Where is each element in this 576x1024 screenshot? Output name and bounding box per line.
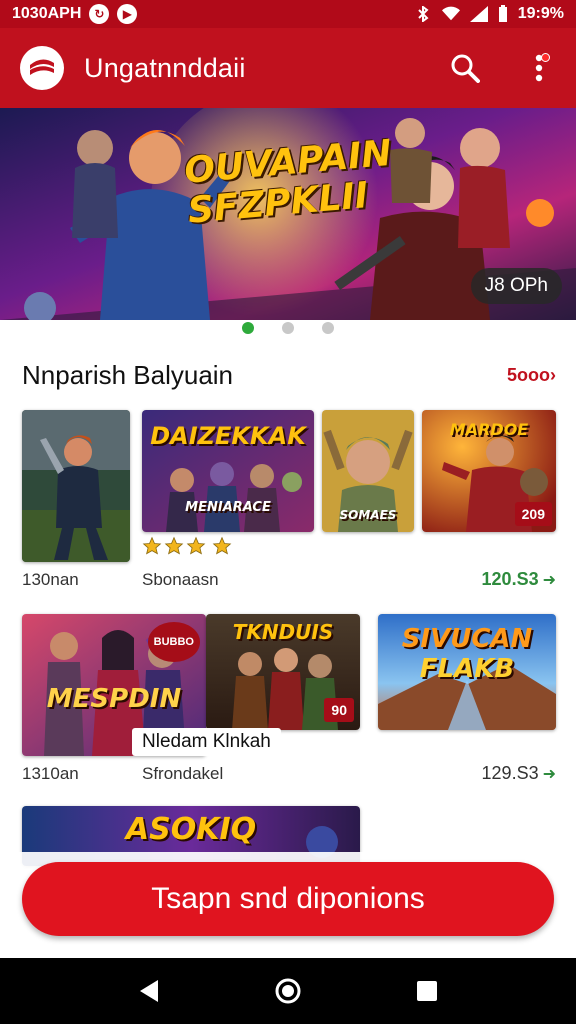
game-card-2[interactable]: DAIZEKKAK MENIARACE (142, 410, 314, 532)
star-icon (212, 536, 232, 555)
see-more-link[interactable]: 5ooo› (507, 365, 556, 386)
card-4-title: MARDOE (449, 420, 529, 439)
star-icon (164, 536, 184, 555)
system-nav-bar (0, 958, 576, 1024)
card-7-title: SIVUCAN FLAKB (378, 624, 556, 684)
card-5-title: MESPDIN (46, 684, 182, 714)
row1-price-value: 120.S3 (481, 569, 539, 589)
primary-cta-button[interactable]: Tsapn snd diponions (22, 862, 554, 936)
search-icon[interactable] (448, 51, 482, 85)
card-3-subtitle: SOMAES (339, 508, 397, 522)
game-card-7[interactable]: SIVUCAN FLAKB (378, 614, 556, 730)
back-triangle-icon[interactable] (129, 971, 169, 1011)
star-icon (186, 536, 206, 555)
recents-square-icon[interactable] (407, 971, 447, 1011)
app-title: Ungatnnddaii (84, 52, 246, 83)
row1-meta-left: 130nan (22, 570, 79, 589)
game-card-3[interactable]: SOMAES (322, 410, 414, 532)
arrow-right-icon: ➜ (542, 765, 556, 783)
card-5-badge: BUBBO (147, 622, 200, 662)
signal-icon (469, 6, 488, 22)
row1-price[interactable]: 120.S3 ➜ (482, 569, 556, 590)
more-vert-icon[interactable] (522, 51, 556, 85)
card-2-subtitle: MENIARACE (185, 500, 271, 515)
card-2-title: DAIZEKKAK (150, 422, 306, 450)
brand-logo-icon[interactable] (20, 46, 64, 90)
card-8-title: ASOKIQ (125, 812, 257, 847)
section-title: Nnparish Balyuain (22, 360, 234, 390)
card-7-title-line1: SIVUCAN (401, 624, 533, 654)
refresh-icon: ↻ (89, 4, 110, 24)
hero-title: OUVAPAIN SFZPKLII (183, 133, 393, 232)
row2-label: Nledam Klnkah (132, 728, 281, 756)
carousel-dot-1[interactable] (242, 322, 254, 334)
carousel-indicator (0, 321, 576, 335)
play-icon: ▶ (117, 4, 138, 24)
bluetooth-icon (418, 6, 429, 22)
game-card-4[interactable]: MARDOE 209 (422, 410, 556, 532)
star-icon (142, 536, 162, 555)
row2-price-value: 129.S3 (481, 763, 539, 783)
row2-meta-left: 1310an (22, 764, 79, 783)
rating-stars (142, 536, 232, 556)
game-card-1[interactable] (22, 410, 130, 562)
home-circle-icon[interactable] (268, 971, 308, 1011)
row2-price[interactable]: 129.S3 ➜ (482, 763, 556, 784)
battery-icon (498, 5, 507, 22)
notification-dot (541, 53, 550, 62)
card-7-title-line2: FLAKB (419, 654, 515, 684)
card-6-title: TKNDUIS (232, 620, 334, 644)
carousel-dot-2[interactable] (282, 322, 294, 334)
row2-meta-mid: Sfrondakel (142, 764, 224, 783)
card-4-badge: 209 (514, 502, 552, 526)
status-time: 19:9% (517, 5, 564, 22)
arrow-right-icon: ➜ (542, 571, 556, 589)
carousel-dot-3[interactable] (322, 322, 334, 334)
card-6-badge: 90 (324, 698, 354, 722)
app-bar: Ungatnnddaii (0, 28, 576, 108)
wifi-icon (441, 6, 460, 21)
row1-meta-mid: Sbonaasn (142, 570, 219, 589)
game-card-6[interactable]: TKNDUIS 90 (206, 614, 360, 730)
status-left-text: 1030APH (12, 5, 82, 22)
section-header: Nnparish Balyuain 5ooo› (22, 360, 556, 391)
hero-badge[interactable]: J8 OPh (470, 268, 562, 304)
status-bar: 1030APH ↻ ▶ 19:9% (0, 0, 576, 28)
